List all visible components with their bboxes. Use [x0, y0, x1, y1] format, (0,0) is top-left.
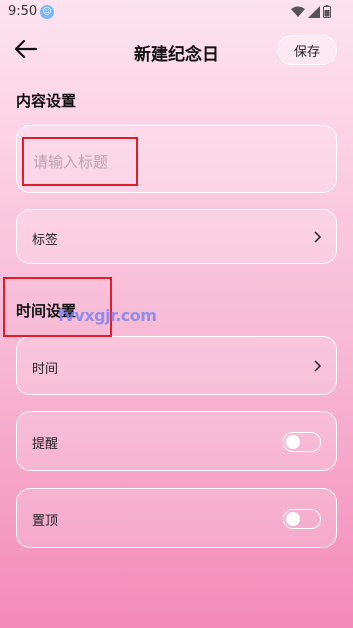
reminder-row: 提醒	[16, 411, 337, 471]
status-bar: 9:50 ☺	[0, 0, 353, 24]
pin-toggle[interactable]	[283, 509, 321, 529]
content-settings-heading: 内容设置	[16, 92, 77, 110]
status-time: 9:50	[8, 4, 38, 19]
time-row[interactable]: 时间	[16, 336, 337, 395]
header: 新建纪念日 保存	[0, 30, 353, 70]
reminder-label: 提醒	[32, 437, 59, 452]
time-label: 时间	[32, 362, 59, 377]
chevron-right-icon	[314, 231, 322, 243]
status-icons	[291, 5, 331, 18]
reminder-toggle[interactable]	[283, 432, 321, 452]
pin-label: 置顶	[32, 514, 59, 529]
title-input-card[interactable]: 请输入标题	[16, 125, 337, 193]
title-input[interactable]: 请输入标题	[33, 151, 108, 172]
battery-icon	[323, 5, 331, 18]
pin-row: 置顶	[16, 488, 337, 548]
signal-icon	[308, 5, 320, 18]
tag-label: 标签	[32, 233, 59, 248]
app-notification-icon: ☺	[40, 5, 54, 19]
watermark: fvvxgjr.com	[58, 306, 157, 325]
toggle-knob	[286, 511, 300, 526]
tag-row[interactable]: 标签	[16, 209, 337, 264]
wifi-icon	[291, 6, 305, 17]
save-button[interactable]: 保存	[277, 35, 337, 65]
chevron-right-icon	[314, 360, 322, 372]
toggle-knob	[286, 434, 300, 449]
